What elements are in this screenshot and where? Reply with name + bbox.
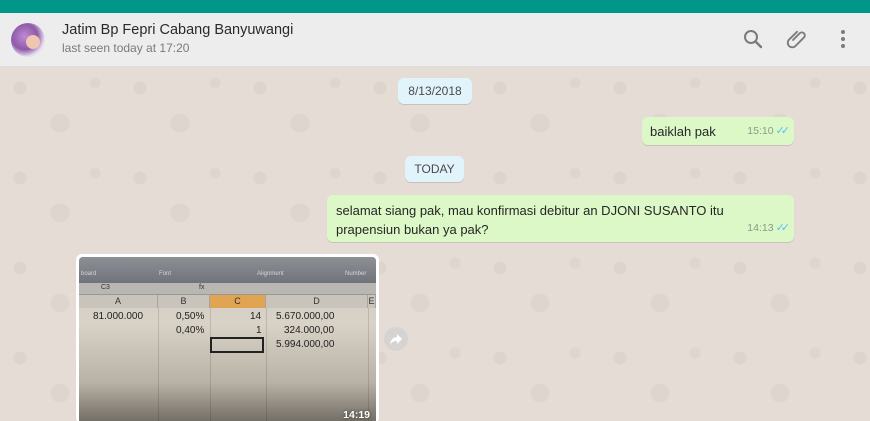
ribbon-group-alignment: Alignment	[257, 271, 284, 277]
grid-line	[210, 308, 211, 421]
cell: 81.000.000	[93, 311, 144, 322]
cell: 5.670.000,00	[276, 311, 335, 322]
column-header: B	[158, 295, 210, 308]
photo-time: 14:19	[343, 409, 370, 421]
read-ticks-icon: ✓✓	[775, 222, 791, 234]
grid-line	[266, 308, 267, 421]
message-bubble-outgoing[interactable]: baiklah pak 15:10 ✓✓	[642, 117, 794, 145]
read-ticks-icon: ✓✓	[775, 125, 791, 137]
chat-area[interactable]: 8/13/2018 baiklah pak 15:10 ✓✓ TODAY sela…	[0, 68, 870, 421]
grid-line	[158, 308, 159, 421]
ribbon-label: board	[81, 271, 97, 277]
column-header: A	[79, 295, 158, 308]
message-time: 15:10	[747, 125, 774, 137]
message-meta: 15:10 ✓✓	[747, 122, 791, 141]
column-header: C	[210, 295, 266, 308]
avatar[interactable]	[11, 23, 45, 57]
ribbon-group-number: Number	[345, 271, 367, 277]
column-header: E	[368, 295, 376, 308]
date-chip: 8/13/2018	[398, 78, 472, 104]
cell: 0,50%	[176, 311, 205, 322]
fx-label: fx	[199, 284, 205, 291]
cell: 5.994.000,00	[276, 339, 335, 350]
message-text: selamat siang pak, mau konfirmasi debitu…	[336, 203, 724, 237]
active-cell-border	[210, 337, 264, 353]
search-icon[interactable]	[741, 27, 765, 51]
column-header: D	[266, 295, 368, 308]
top-accent-bar	[0, 0, 870, 13]
cell: 1	[256, 325, 262, 336]
spreadsheet-photo[interactable]: board Font Alignment Number C3 fx A B C …	[79, 257, 376, 421]
formula-bar: C3 fx	[79, 283, 376, 295]
grid-line	[368, 308, 369, 421]
message-meta: 14:13 ✓✓	[747, 219, 791, 238]
cell: 0,40%	[176, 325, 205, 336]
cell: 14	[250, 311, 262, 322]
message-text: baiklah pak	[650, 124, 716, 139]
ribbon-group-font: Font	[159, 271, 172, 277]
chat-header: Jatim Bp Fepri Cabang Banyuwangi last se…	[0, 13, 870, 67]
photo-message-bubble[interactable]: board Font Alignment Number C3 fx A B C …	[76, 254, 379, 421]
message-time: 14:13	[747, 222, 774, 234]
message-bubble-outgoing[interactable]: selamat siang pak, mau konfirmasi debitu…	[327, 195, 794, 242]
attach-icon[interactable]	[786, 27, 810, 51]
contact-name[interactable]: Jatim Bp Fepri Cabang Banyuwangi	[62, 22, 293, 38]
forward-icon[interactable]	[384, 327, 408, 351]
spreadsheet-ribbon: board Font Alignment Number	[79, 257, 376, 283]
last-seen-status: last seen today at 17:20	[62, 41, 190, 55]
date-chip-today: TODAY	[405, 156, 464, 182]
name-box: C3	[101, 284, 110, 291]
cell: 324.000,00	[284, 325, 335, 336]
menu-icon[interactable]	[831, 27, 855, 51]
